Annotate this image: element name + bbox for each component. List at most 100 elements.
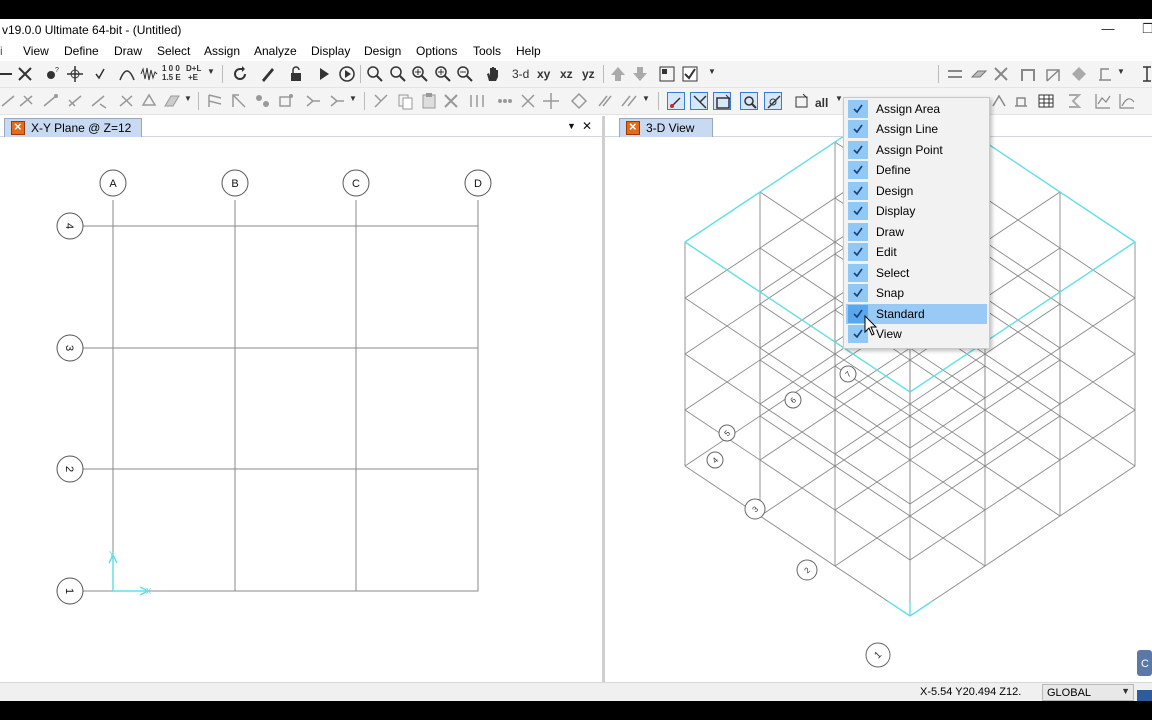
animate-icon[interactable]	[338, 65, 356, 83]
menu-item-assign-area[interactable]: Assign Area	[846, 99, 987, 119]
move-up-icon[interactable]	[609, 65, 627, 83]
minimize-button[interactable]: —	[1098, 21, 1118, 37]
display-frame-icon[interactable]	[1012, 92, 1030, 110]
select-window-icon[interactable]	[713, 92, 731, 110]
menu-item-snap[interactable]: Snap	[846, 283, 987, 303]
move-tool-icon[interactable]	[66, 65, 84, 83]
menu-assign[interactable]: Assign	[204, 44, 240, 58]
quick-draw-icon[interactable]	[42, 92, 60, 110]
pane-menu-dropdown[interactable]: ▼	[567, 121, 576, 131]
view-xy-button[interactable]: xy	[537, 67, 550, 81]
chevron-down-icon[interactable]: ▼	[349, 94, 357, 103]
combo-dl-label[interactable]: D+L	[186, 64, 201, 73]
menu-define[interactable]: Define	[64, 44, 99, 58]
menu-item-edit[interactable]: Edit	[846, 242, 987, 262]
copy-icon[interactable]	[396, 92, 414, 110]
menu-view[interactable]: View	[23, 44, 49, 58]
menu-draw[interactable]: Draw	[114, 44, 142, 58]
frame-icon[interactable]	[1019, 65, 1037, 83]
merge-icon[interactable]	[519, 92, 537, 110]
menu-design[interactable]: Design	[364, 44, 401, 58]
menu-help[interactable]: Help	[516, 44, 541, 58]
move-icon[interactable]	[542, 92, 560, 110]
draw-wall-icon[interactable]	[206, 92, 224, 110]
draw-beam-icon[interactable]	[67, 92, 85, 110]
display-icon[interactable]	[990, 92, 1008, 110]
draw-brace-icon[interactable]	[90, 92, 108, 110]
chevron-down-icon[interactable]: ▼	[207, 67, 215, 76]
cross-snap-icon[interactable]	[16, 65, 34, 83]
zoom-in-icon[interactable]	[411, 65, 429, 83]
view-xz-button[interactable]: xz	[560, 67, 573, 81]
cut-icon[interactable]	[372, 92, 390, 110]
replicate-icon[interactable]	[468, 92, 486, 110]
diamond-icon[interactable]	[1070, 65, 1088, 83]
select-line-icon[interactable]	[764, 92, 782, 110]
menu-item-select[interactable]: Select	[846, 263, 987, 283]
pan-hand-icon[interactable]	[484, 65, 502, 83]
draw-rect-icon[interactable]	[277, 92, 295, 110]
select-zoom-icon[interactable]	[740, 92, 758, 110]
menu-display[interactable]: Display	[311, 44, 350, 58]
chevron-down-icon[interactable]: ▼	[835, 94, 843, 103]
menu-item-design[interactable]: Design	[846, 181, 987, 201]
align-icon[interactable]	[620, 92, 638, 110]
rotate-icon[interactable]	[231, 65, 249, 83]
draw-point-icon[interactable]	[253, 92, 271, 110]
zoom-restore-icon[interactable]	[389, 65, 407, 83]
select-intersect-icon[interactable]	[690, 92, 708, 110]
zoom-window-icon[interactable]	[366, 65, 384, 83]
menu-item-draw[interactable]: Draw	[846, 222, 987, 242]
select-pointer-icon[interactable]	[667, 92, 685, 110]
view-3d-button[interactable]: 3-d	[512, 67, 529, 81]
draw-special-icon[interactable]	[0, 92, 18, 110]
mesh-icon[interactable]	[570, 92, 588, 110]
draw-frame-icon[interactable]	[18, 92, 36, 110]
tab-xy-plane[interactable]: X-Y Plane @ Z=12	[4, 118, 142, 137]
menu-item-assign-point[interactable]: Assign Point	[846, 140, 987, 160]
plan-view-canvas[interactable]: A B C D 4 3 2 1 X Y	[0, 137, 602, 682]
zoom-in-step-icon[interactable]	[434, 65, 452, 83]
curve-tool-icon[interactable]	[118, 65, 136, 83]
diagram-icon[interactable]	[1118, 92, 1136, 110]
checkbox-icon[interactable]	[681, 65, 699, 83]
tab-3d-view[interactable]: 3-D View	[619, 118, 713, 137]
graph-icon[interactable]	[1094, 92, 1112, 110]
draw-dimension-icon[interactable]	[304, 92, 322, 110]
delete-icon[interactable]	[442, 92, 460, 110]
menu-select[interactable]: Select	[157, 44, 190, 58]
menu-options[interactable]: Options	[416, 44, 457, 58]
check-values-icon[interactable]	[94, 65, 112, 83]
move-down-icon[interactable]	[631, 65, 649, 83]
text-cursor-icon[interactable]	[1138, 65, 1152, 83]
table-icon[interactable]	[1037, 92, 1055, 110]
menu-tools[interactable]: Tools	[473, 44, 501, 58]
beam-icon[interactable]	[946, 65, 964, 83]
combo-100-label[interactable]: 1 0 0	[162, 64, 180, 73]
pane-close-button[interactable]: ✕	[582, 119, 592, 133]
draw-tendon-icon[interactable]	[140, 92, 158, 110]
pencil-icon[interactable]	[259, 65, 277, 83]
chevron-down-icon[interactable]: ▼	[708, 67, 716, 76]
combo-15e-label[interactable]: 1.5 E	[162, 73, 181, 82]
run-analysis-icon[interactable]	[315, 65, 333, 83]
wall-icon[interactable]	[992, 65, 1010, 83]
select-box-icon[interactable]	[793, 92, 811, 110]
draw-link-icon[interactable]	[118, 92, 136, 110]
chevron-down-icon[interactable]: ▼	[184, 94, 192, 103]
chevron-down-icon[interactable]: ▼	[642, 94, 650, 103]
draw-reference-icon[interactable]	[328, 92, 346, 110]
menu-analyze[interactable]: Analyze	[254, 44, 297, 58]
coord-system-dropdown[interactable]: GLOBAL ▼	[1042, 684, 1134, 701]
paste-icon[interactable]	[420, 92, 438, 110]
support-icon[interactable]	[1096, 65, 1114, 83]
divide-icon[interactable]	[496, 92, 514, 110]
time-history-icon[interactable]	[140, 65, 158, 83]
select-all-button[interactable]: all	[815, 96, 828, 110]
draw-opening-icon[interactable]	[230, 92, 248, 110]
draw-area-icon[interactable]	[163, 92, 181, 110]
combo-e-label[interactable]: +E	[188, 73, 198, 82]
menu-item-assign-line[interactable]: Assign Line	[846, 119, 987, 139]
restore-button[interactable]: ❐	[1138, 21, 1152, 37]
point-tool-icon[interactable]: ?	[43, 65, 61, 83]
